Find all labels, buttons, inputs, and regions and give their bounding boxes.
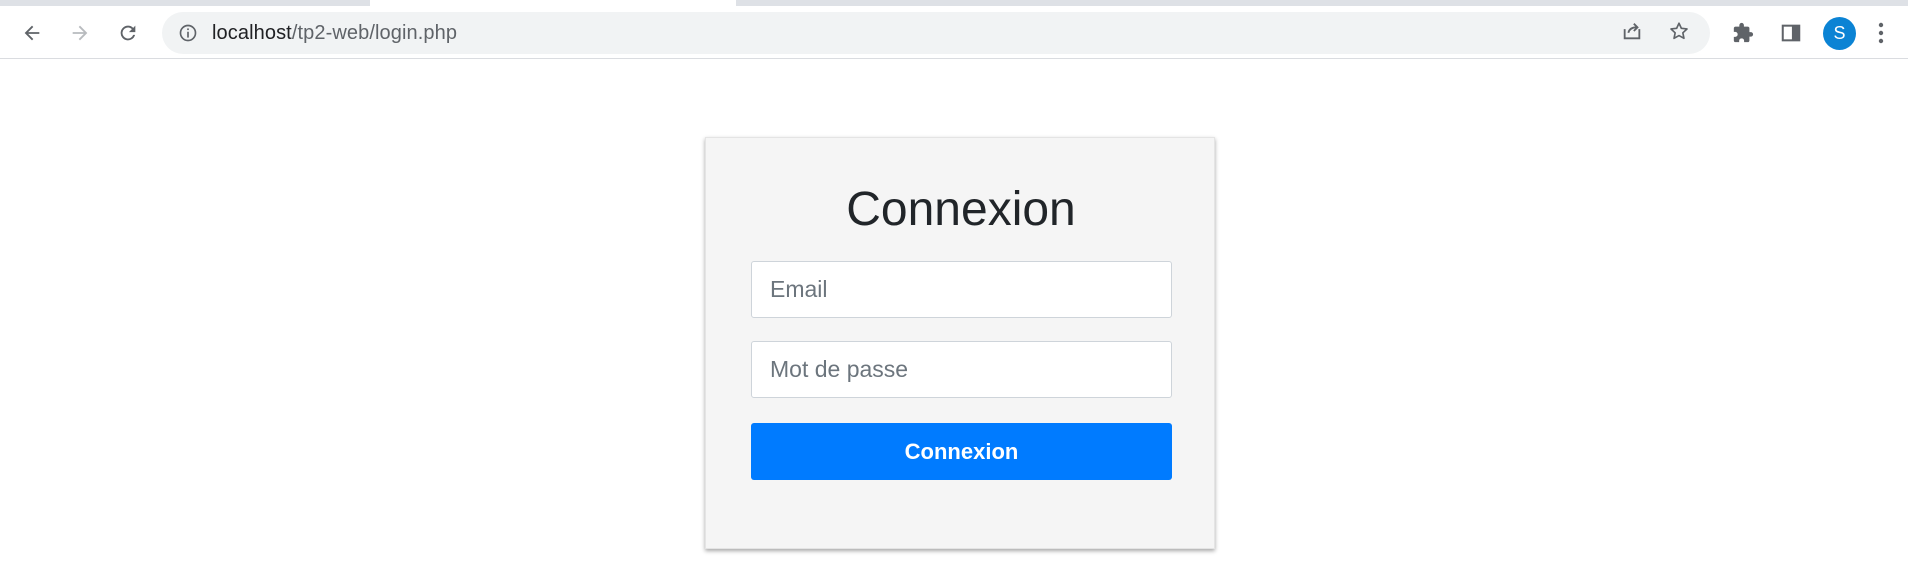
reload-button[interactable] [110, 15, 146, 51]
info-icon[interactable] [178, 23, 198, 43]
share-button[interactable] [1614, 15, 1650, 51]
star-icon [1668, 20, 1690, 47]
extensions-button[interactable] [1725, 15, 1761, 51]
browser-menu-button[interactable] [1868, 15, 1894, 51]
back-arrow-icon [21, 22, 43, 44]
browser-toolbar: localhost/tp2-web/login.php S [0, 6, 1908, 59]
share-icon [1621, 20, 1643, 47]
login-card: Connexion Connexion [705, 137, 1215, 549]
reload-icon [117, 22, 139, 44]
url-path: /tp2-web/login.php [291, 22, 458, 44]
bookmark-button[interactable] [1661, 15, 1697, 51]
address-bar[interactable]: localhost/tp2-web/login.php [162, 12, 1710, 54]
side-panel-icon [1780, 22, 1802, 44]
email-field[interactable] [751, 261, 1172, 318]
profile-avatar[interactable]: S [1823, 17, 1856, 50]
url-text[interactable]: localhost/tp2-web/login.php [212, 12, 457, 54]
forward-button[interactable] [62, 15, 98, 51]
back-button[interactable] [14, 15, 50, 51]
password-field[interactable] [751, 341, 1172, 398]
kebab-menu-icon [1878, 22, 1884, 44]
login-title: Connexion [846, 183, 1076, 236]
forward-arrow-icon [69, 22, 91, 44]
url-host: localhost [212, 22, 292, 44]
side-panel-button[interactable] [1773, 15, 1809, 51]
puzzle-icon [1732, 22, 1754, 44]
login-button[interactable]: Connexion [751, 423, 1172, 480]
